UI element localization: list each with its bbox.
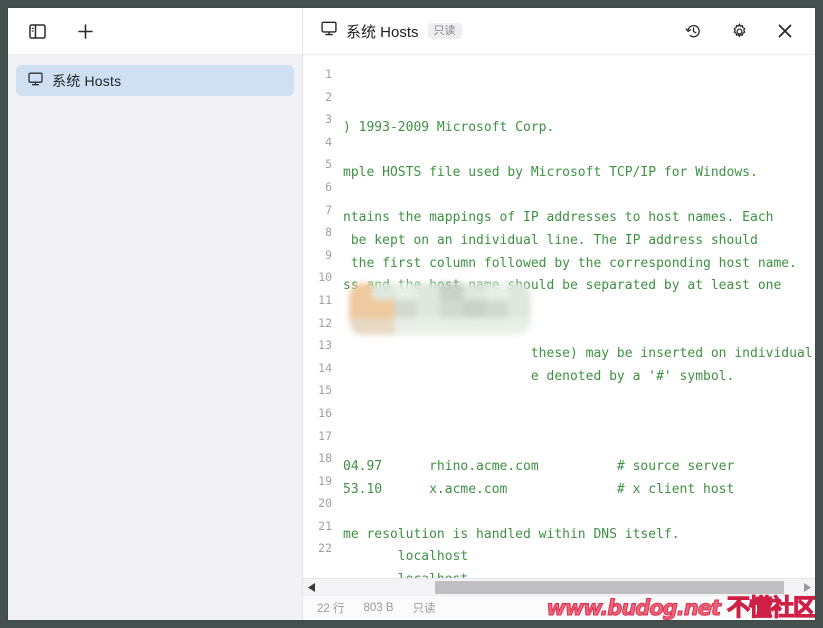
panel-toggle-icon[interactable] (24, 18, 50, 44)
code-line[interactable]: be kept on an individual line. The IP ad… (339, 230, 815, 253)
mosaic-tile (417, 283, 440, 301)
line-number: 14 (318, 360, 332, 375)
scrollbar-track[interactable] (320, 579, 798, 596)
censored-mosaic-overlay (349, 283, 531, 335)
code-content[interactable]: ) 1993-2009 Microsoft Corp. mple HOSTS f… (339, 55, 815, 578)
line-number: 18 (318, 451, 332, 466)
mosaic-tile (394, 300, 418, 318)
line-number: 19 (318, 473, 332, 488)
code-line[interactable] (339, 185, 815, 208)
line-number-gutter: 1 2 3 4 5 6 7 8 9 10 11 12 13 14 15 16 17 18 19 20 21 22 (303, 55, 339, 578)
history-icon[interactable] (679, 17, 707, 45)
mosaic-tile (417, 317, 440, 335)
code-line[interactable]: 04.97 rhino.acme.com # source server (339, 456, 815, 479)
line-number: 12 (318, 315, 332, 330)
line-number: 5 (325, 157, 332, 172)
status-line-count: 22 行 (317, 603, 345, 615)
mosaic-tile (371, 317, 395, 335)
mosaic-tile (508, 300, 531, 318)
line-number: 17 (318, 428, 332, 443)
scrollbar-thumb[interactable] (434, 580, 784, 594)
main-pane: 系统 Hosts 只读 1 2 3 4 5 6 7 8 9 10 11 12 1… (303, 8, 815, 620)
status-bar: 22 行 803 B 只读 www.budog.net 不懂社区 (303, 594, 815, 621)
line-number: 1 (325, 67, 332, 81)
line-number: 8 (325, 225, 332, 240)
status-badge: 只读 (427, 23, 462, 39)
mosaic-tile (394, 283, 418, 301)
sidebar-toolbar (8, 8, 302, 55)
sidebar-item-system-hosts[interactable]: 系统 Hosts (16, 65, 294, 96)
mosaic-tile (371, 283, 395, 301)
line-number: 13 (318, 338, 332, 353)
line-number: 21 (318, 518, 332, 533)
mosaic-tile (462, 283, 486, 301)
page-title: 系统 Hosts (346, 23, 419, 41)
mosaic-tile (440, 300, 463, 318)
code-line[interactable]: e denoted by a '#' symbol. (339, 366, 815, 389)
monitor-icon (28, 72, 43, 89)
watermark-url: www.budog.net (546, 596, 722, 621)
scroll-left-arrow-icon[interactable] (303, 579, 320, 596)
code-line[interactable] (339, 411, 815, 434)
add-icon[interactable] (72, 18, 98, 44)
code-line[interactable] (339, 501, 815, 524)
code-line[interactable]: me resolution is handled within DNS itse… (339, 524, 815, 547)
close-icon[interactable] (771, 17, 799, 45)
mosaic-tile (485, 317, 509, 335)
line-number: 4 (325, 134, 332, 149)
mosaic-tile (485, 283, 509, 301)
code-line[interactable] (339, 388, 815, 411)
line-number: 2 (325, 89, 332, 104)
main-header: 系统 Hosts 只读 (303, 8, 815, 55)
gear-icon[interactable] (725, 17, 753, 45)
mosaic-tile (462, 317, 486, 335)
app-window: 系统 Hosts 系统 Hosts 只读 1 2 3 4 5 6 7 8 9 1… (8, 8, 815, 620)
mosaic-tile (485, 300, 509, 318)
code-editor[interactable]: 1 2 3 4 5 6 7 8 9 10 11 12 13 14 15 16 17 18 19 20 21 22 ) 19… (303, 55, 815, 578)
line-number: 22 (318, 541, 332, 556)
code-line[interactable]: ntains the mappings of IP addresses to h… (339, 207, 815, 230)
status-mode: 只读 (412, 603, 436, 615)
scroll-right-arrow-icon[interactable] (798, 579, 815, 596)
window-body: 系统 Hosts 系统 Hosts 只读 1 2 3 4 5 6 7 8 9 1… (8, 8, 815, 620)
mosaic-tile (349, 300, 372, 318)
code-line[interactable]: these) may be inserted on individual (339, 343, 815, 366)
code-line[interactable]: localhost (339, 546, 815, 569)
code-line[interactable]: mple HOSTS file used by Microsoft TCP/IP… (339, 162, 815, 185)
mosaic-tile (440, 283, 463, 301)
status-file-size: 803 B (363, 602, 394, 614)
monitor-icon (321, 21, 337, 41)
sidebar-item-label: 系统 Hosts (52, 72, 122, 89)
mosaic-tile (371, 300, 395, 318)
code-line[interactable] (339, 433, 815, 456)
code-line[interactable]: localhost (339, 569, 815, 578)
line-number: 6 (325, 179, 332, 194)
line-number: 3 (325, 112, 332, 127)
code-line[interactable]: 53.10 x.acme.com # x client host (339, 479, 815, 502)
horizontal-scrollbar[interactable] (303, 578, 815, 595)
sidebar: 系统 Hosts (8, 8, 303, 620)
line-number: 11 (318, 292, 332, 307)
code-line[interactable]: ) 1993-2009 Microsoft Corp. (339, 117, 815, 140)
sidebar-list: 系统 Hosts (8, 55, 302, 620)
mosaic-tile (417, 300, 440, 318)
code-line[interactable]: the first column followed by the corresp… (339, 253, 815, 276)
line-number: 16 (318, 405, 332, 420)
line-number: 20 (318, 496, 332, 511)
mosaic-tile (394, 317, 418, 335)
line-number: 15 (318, 383, 332, 398)
line-number: 9 (325, 247, 332, 262)
line-number: 7 (325, 202, 332, 217)
mosaic-tile (462, 300, 486, 318)
line-number: 10 (318, 270, 332, 285)
code-line[interactable] (339, 140, 815, 163)
mosaic-tile (440, 317, 463, 335)
